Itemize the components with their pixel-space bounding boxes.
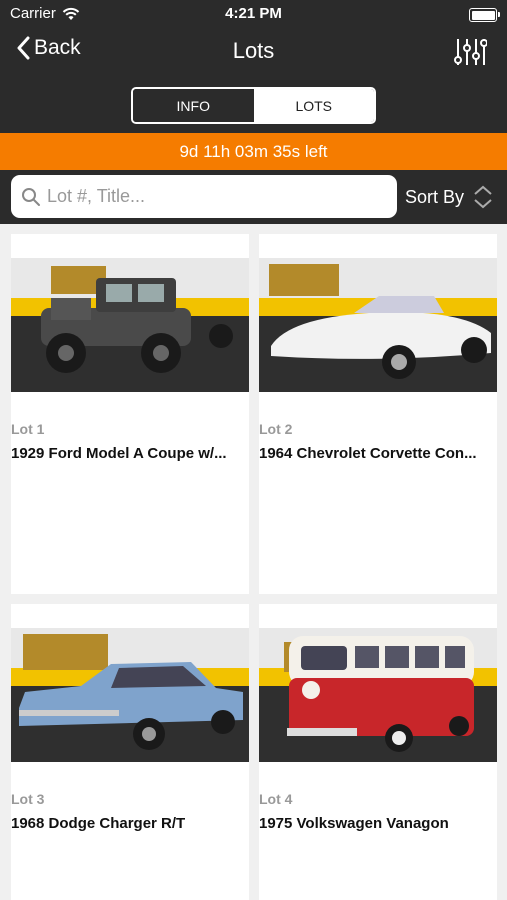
sort-chevrons-icon (474, 185, 492, 209)
battery-icon (469, 8, 500, 22)
van-body (287, 636, 474, 736)
lot-title: 1964 Chevrolet Corvette Con... (259, 445, 477, 462)
status-time: 4:21 PM (225, 5, 282, 22)
lot-number: Lot 4 (259, 791, 293, 807)
lot-card[interactable]: Lot 1 1929 Ford Model A Coupe w/... (11, 234, 249, 594)
lot-title: 1968 Dodge Charger R/T (11, 815, 186, 832)
lots-grid: Lot 1 1929 Ford Model A Coupe w/... Lot … (0, 224, 507, 900)
search-row: Sort By (0, 170, 507, 224)
tab-lots[interactable]: LOTS (253, 89, 374, 122)
lot-card[interactable]: Lot 2 1964 Chevrolet Corvette Con... (259, 234, 497, 594)
lot-number: Lot 2 (259, 421, 293, 437)
lot-card[interactable]: Lot 4 1975 Volkswagen Vanagon (259, 604, 497, 900)
page-title: Lots (232, 38, 275, 63)
search-icon (22, 187, 40, 206)
tab-info[interactable]: INFO (133, 89, 254, 122)
car-photo (259, 258, 497, 392)
nav-bar: Back Lots (0, 30, 507, 76)
lot-card[interactable]: Lot 3 1968 Dodge Charger R/T (11, 604, 249, 900)
car-photo (11, 258, 249, 392)
lot-number: Lot 1 (11, 421, 45, 437)
lot-number: Lot 3 (11, 791, 45, 807)
status-bar: Carrier 4:21 PM (0, 0, 507, 30)
van-photo (259, 628, 497, 762)
search-input[interactable] (47, 186, 377, 207)
lot-title: 1929 Ford Model A Coupe w/... (11, 445, 227, 462)
car-photo (11, 628, 249, 762)
search-box (11, 175, 397, 218)
countdown-banner: 9d 11h 03m 35s left (0, 133, 507, 170)
lot-title: 1975 Volkswagen Vanagon (259, 815, 449, 832)
filter-sliders-icon[interactable] (453, 36, 487, 68)
segmented-control: INFO LOTS (131, 87, 376, 124)
sort-button[interactable]: Sort By (405, 184, 494, 210)
sort-label: Sort By (405, 186, 465, 207)
